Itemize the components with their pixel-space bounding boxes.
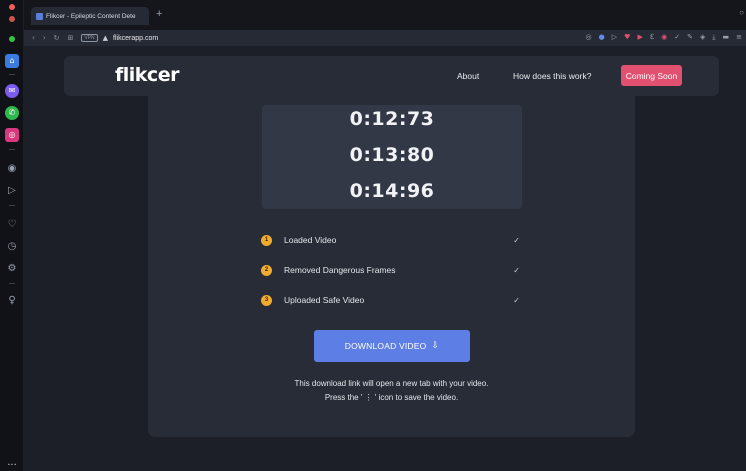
step-label: Removed Dangerous Frames	[284, 265, 396, 275]
check-icon: ✓	[513, 295, 520, 305]
cloud-download-icon: ⇩	[431, 341, 440, 351]
page-viewport: flikcer About How does this work? Coming…	[24, 46, 746, 471]
address-bar: ‹ › ↻ ⊞ VPN ▲ flikcerapp.com ◎ ● ▷ ♥ ▶ ℇ…	[24, 30, 746, 46]
step-uploaded-video: 3 Uploaded Safe Video ✓	[261, 293, 523, 307]
step-loaded-video: 1 Loaded Video ✓	[261, 233, 523, 247]
nav-link-how-it-works[interactable]: How does this work?	[513, 71, 591, 81]
messenger-icon[interactable]: ✉	[5, 84, 19, 98]
minimize-window-button[interactable]	[9, 16, 15, 22]
home-icon[interactable]: ⌂	[5, 54, 19, 68]
step-label: Uploaded Safe Video	[284, 295, 365, 305]
download-video-button[interactable]: DOWNLOAD VIDEO ⇩	[314, 330, 470, 362]
camera-icon[interactable]: ◎	[586, 33, 592, 42]
lock-icon[interactable]: ▲	[103, 34, 108, 42]
step-number-badge: 2	[261, 264, 272, 276]
step-label: Loaded Video	[284, 235, 337, 245]
flikcer-logo[interactable]: flikcer	[115, 64, 179, 86]
download-note-line-2: Press the ' ⋮ ' icon to save the video.	[324, 393, 459, 402]
search-tabs-icon[interactable]: ○	[739, 8, 744, 17]
send-icon[interactable]: ▷	[5, 184, 19, 198]
grid-icon[interactable]: ⊞	[68, 34, 74, 42]
menu-icon[interactable]: ≡	[736, 33, 742, 42]
cube-icon[interactable]: ◈	[700, 33, 705, 42]
history-icon[interactable]: ◷	[5, 240, 19, 254]
logo-ext-icon[interactable]: ℇ	[650, 33, 654, 42]
shield-icon[interactable]: ●	[599, 33, 605, 42]
more-icon[interactable]: ...	[5, 456, 19, 470]
back-icon[interactable]: ‹	[32, 34, 35, 42]
new-tab-button[interactable]: +	[156, 8, 162, 20]
pen-icon[interactable]: ✎	[687, 33, 693, 42]
flikcer-ext-icon[interactable]: ▶	[637, 33, 642, 42]
step-number-badge: 3	[261, 294, 272, 306]
download-button-label: DOWNLOAD VIDEO	[344, 341, 427, 351]
nav-link-about[interactable]: About	[457, 71, 479, 81]
check-icon[interactable]: ✓	[674, 33, 680, 42]
result-card: 0:12:73 0:13:80 0:14:96 1 Loaded Video ✓…	[148, 96, 635, 437]
download-icon[interactable]: ⤓	[712, 33, 715, 42]
heart-icon[interactable]: ♡	[5, 218, 19, 232]
timestamp-item: 0:13:80	[349, 144, 435, 166]
timestamp-item: 0:12:73	[349, 108, 435, 130]
vpn-badge[interactable]: VPN	[81, 34, 98, 42]
check-icon: ✓	[513, 235, 520, 245]
maximize-window-button[interactable]	[9, 36, 15, 42]
whatsapp-icon[interactable]: ✆	[5, 106, 19, 120]
bulb-icon[interactable]: ♀	[5, 294, 19, 308]
site-navbar: flikcer About How does this work? Coming…	[64, 56, 719, 96]
timestamps-panel: 0:12:73 0:13:80 0:14:96	[262, 105, 522, 209]
play-icon[interactable]: ▷	[612, 33, 617, 42]
battery-icon[interactable]: ▬	[723, 33, 730, 42]
heart-icon[interactable]: ♥	[624, 33, 630, 42]
music-icon[interactable]: ◉	[5, 162, 19, 176]
close-window-button[interactable]	[9, 4, 15, 10]
url-field[interactable]: flikcerapp.com	[113, 35, 158, 42]
check-icon: ✓	[513, 265, 520, 275]
circle-icon[interactable]: ◉	[661, 33, 667, 42]
coming-soon-button[interactable]: Coming Soon	[621, 65, 682, 86]
step-removed-frames: 2 Removed Dangerous Frames ✓	[261, 263, 523, 277]
forward-icon[interactable]: ›	[43, 34, 46, 42]
extensions-toolbar: ◎ ● ▷ ♥ ▶ ℇ ◉ ✓ ✎ ◈ ⤓ ▬ ≡	[586, 33, 742, 42]
download-note-line-1: This download link will open a new tab w…	[294, 379, 489, 388]
step-number-badge: 1	[261, 234, 272, 246]
browser-sidebar: ⌂ ✉ ✆ ◎ ◉ ▷ ♡ ◷ ⚙ ♀ ...	[0, 0, 24, 471]
instagram-icon[interactable]: ◎	[5, 128, 19, 142]
settings-icon[interactable]: ⚙	[5, 262, 19, 276]
active-tab[interactable]: Flikcer - Epileptic Content Dete	[31, 7, 149, 25]
flikcer-favicon-icon	[36, 12, 43, 20]
timestamp-item: 0:14:96	[349, 180, 435, 202]
tab-title: Flikcer - Epileptic Content Dete	[46, 12, 136, 20]
tab-strip: Flikcer - Epileptic Content Dete + ○	[24, 0, 746, 30]
reload-icon[interactable]: ↻	[54, 34, 60, 42]
